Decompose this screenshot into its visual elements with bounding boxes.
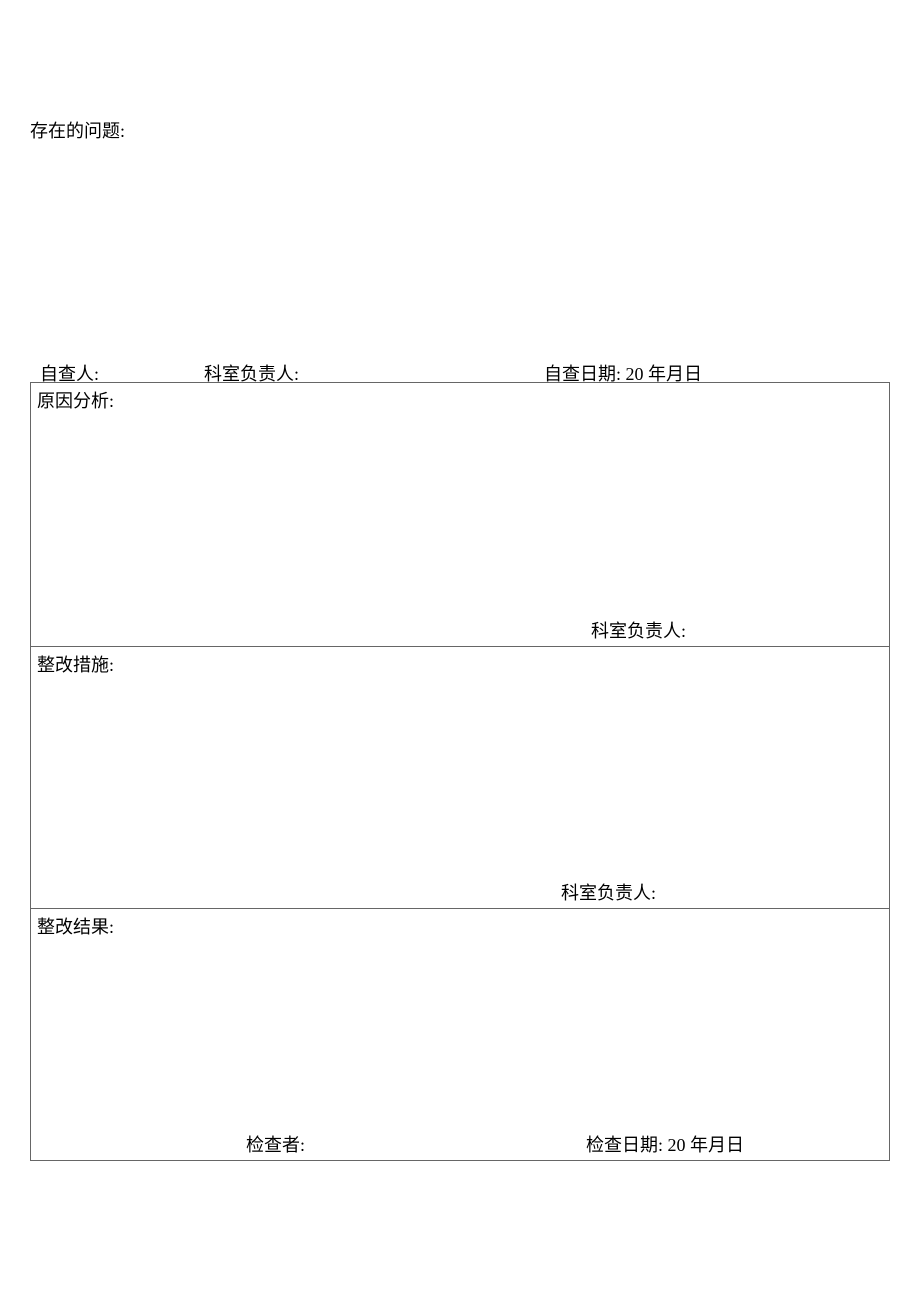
check-date-label: 检查日期: 20 年月日 <box>586 1131 744 1157</box>
cause-analysis-footer: 科室负责人: <box>591 617 686 643</box>
corrective-measures-box: 整改措施: 科室负责人: <box>30 646 890 909</box>
corrective-results-title: 整改结果: <box>37 913 883 939</box>
corrective-measures-footer: 科室负责人: <box>561 879 656 905</box>
problems-title: 存在的问题: <box>30 117 125 143</box>
cause-analysis-title: 原因分析: <box>37 387 883 413</box>
cause-analysis-box: 原因分析: 科室负责人: <box>30 382 890 647</box>
checker-label: 检查者: <box>246 1131 305 1157</box>
corrective-results-box: 整改结果: 检查者: 检查日期: 20 年月日 <box>30 908 890 1161</box>
corrective-measures-title: 整改措施: <box>37 651 883 677</box>
